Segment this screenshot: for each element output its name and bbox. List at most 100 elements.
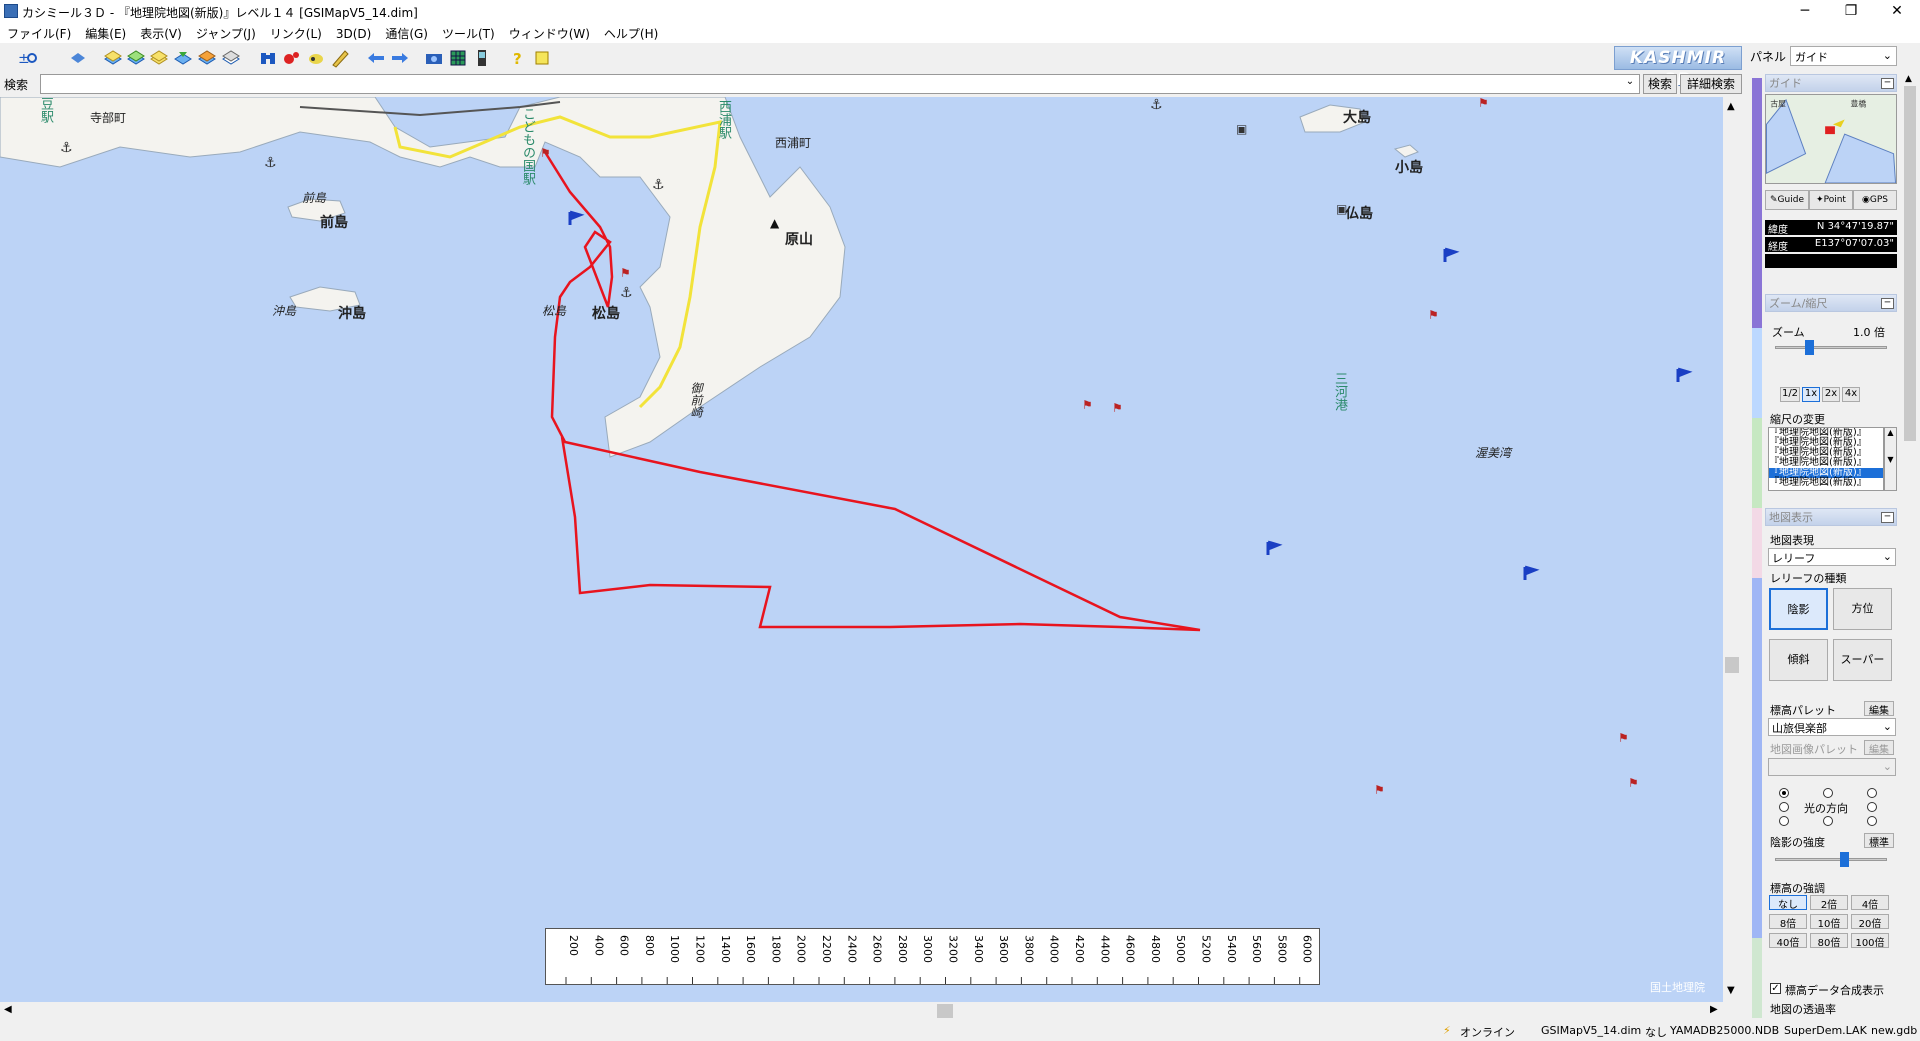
menu-link[interactable]: リンク(L) (263, 22, 329, 45)
guide-title[interactable]: ガイド ─ (1765, 74, 1897, 92)
zoom-4x-button[interactable]: 4x (1842, 387, 1860, 402)
light-direction-radio[interactable] (1823, 788, 1833, 798)
map-expression-select[interactable]: レリーフ ⌄ (1768, 548, 1896, 566)
minimize-icon[interactable]: ─ (1881, 78, 1894, 89)
map-horizontal-scrollbar[interactable]: ◀ ▶ (0, 1002, 1723, 1020)
zoom-title[interactable]: ズーム/縮尺 ─ (1765, 294, 1897, 312)
map-layers-icon[interactable] (126, 48, 146, 68)
scroll-thumb[interactable] (1725, 657, 1739, 673)
light-direction-radio[interactable] (1867, 816, 1877, 826)
scroll-left-icon[interactable]: ◀ (4, 1004, 12, 1015)
emphasis-20x-button[interactable]: 20倍 (1851, 914, 1889, 930)
emphasis-40x-button[interactable]: 40倍 (1769, 933, 1807, 949)
maximize-button[interactable]: ❐ (1828, 0, 1874, 22)
scroll-up-icon[interactable]: ▲ (1727, 101, 1735, 112)
map-vertical-scrollbar[interactable]: ▲ ▼ (1723, 97, 1742, 1002)
map-layers-icon[interactable] (173, 48, 193, 68)
emphasis-10x-button[interactable]: 10倍 (1810, 914, 1848, 930)
map-layers-icon[interactable] (149, 48, 169, 68)
minimize-icon[interactable]: ─ (1881, 298, 1894, 309)
shade-slider-track[interactable] (1775, 858, 1887, 861)
emphasis-none-button[interactable]: なし (1769, 895, 1807, 911)
layer-icon[interactable] (68, 48, 88, 68)
zoom-1x-button[interactable]: 1x (1802, 387, 1820, 402)
menu-3d[interactable]: 3D(D) (329, 24, 378, 44)
marker-icon[interactable] (282, 48, 302, 68)
minimize-button[interactable]: ─ (1782, 0, 1828, 22)
menu-file[interactable]: ファイル(F) (0, 22, 78, 45)
emphasis-2x-button[interactable]: 2倍 (1810, 895, 1848, 911)
scroll-down-icon[interactable]: ▼ (1727, 985, 1735, 996)
scroll-right-icon[interactable]: ▶ (1710, 1004, 1718, 1015)
zoom-half-button[interactable]: 1/2 (1780, 387, 1800, 402)
scale-list[interactable]: 『地理院地図(新版)』 『地理院地図(新版)』 『地理院地図(新版)』 『地理院… (1768, 427, 1884, 491)
grid-icon[interactable] (448, 48, 468, 68)
tag-icon[interactable] (306, 48, 326, 68)
light-direction-radio[interactable] (1867, 788, 1877, 798)
map-canvas[interactable]: ⚓ ⚓ ⚓ ⚓ ⚓ ⚑ ⚑ ⚑ ⚑ ⚑ ⚑ ⚑ ⚑ ⚑ ▣ ▣ ▲ (0, 97, 1723, 1002)
menu-jump[interactable]: ジャンプ(J) (189, 22, 263, 45)
gps-device-icon[interactable] (472, 48, 492, 68)
search-button[interactable]: 検索 (1643, 74, 1677, 94)
menu-tools[interactable]: ツール(T) (435, 22, 502, 45)
panel-selector[interactable]: ガイド ⌄ (1790, 46, 1897, 66)
scale-list-scrollbar[interactable]: ▲ ▼ (1884, 427, 1897, 491)
detail-search-button[interactable]: 詳細検索 (1680, 74, 1742, 94)
light-direction-radio[interactable] (1779, 816, 1789, 826)
tab-guide[interactable]: ✎Guide (1765, 190, 1809, 210)
menu-view[interactable]: 表示(V) (133, 22, 189, 45)
chevron-down-icon[interactable]: ⌄ (1622, 76, 1638, 92)
shade-standard-button[interactable]: 標準 (1864, 833, 1894, 849)
menu-edit[interactable]: 編集(E) (78, 22, 133, 45)
tab-point[interactable]: ✦Point (1809, 190, 1853, 210)
zoom-slider-thumb[interactable] (1804, 340, 1814, 355)
light-direction-radio[interactable] (1779, 788, 1789, 798)
zoom-in-search-icon[interactable]: ± (18, 48, 38, 68)
close-button[interactable]: ✕ (1874, 0, 1920, 22)
relief-shade-button[interactable]: 陰影 (1769, 588, 1828, 630)
emphasis-80x-button[interactable]: 80倍 (1810, 933, 1848, 949)
palette-select[interactable]: 山旅倶楽部 ⌄ (1768, 718, 1896, 736)
back-arrow-icon[interactable] (366, 48, 386, 68)
tab-gps[interactable]: ◉GPS (1853, 190, 1897, 210)
list-item[interactable]: 『地理院地図(新版)』 (1769, 478, 1883, 488)
light-direction-radio[interactable] (1867, 802, 1877, 812)
map-layers-icon[interactable] (197, 48, 217, 68)
emphasis-100x-button[interactable]: 100倍 (1851, 933, 1889, 949)
side-panel-scrollbar[interactable]: ▲ (1902, 72, 1918, 1020)
map-layers-icon[interactable] (221, 48, 241, 68)
menu-window[interactable]: ウィンドウ(W) (502, 22, 597, 45)
zoom-2x-button[interactable]: 2x (1822, 387, 1840, 402)
shade-slider-thumb[interactable] (1840, 852, 1850, 867)
light-direction-radio[interactable] (1779, 802, 1789, 812)
overview-map[interactable]: 古屋 豊橋 (1765, 94, 1897, 184)
menu-comm[interactable]: 通信(G) (378, 22, 435, 45)
search-input[interactable] (40, 74, 1640, 94)
info-icon[interactable] (532, 48, 552, 68)
map-layers-icon[interactable] (103, 48, 123, 68)
help-icon[interactable]: ? (508, 48, 528, 68)
minimize-icon[interactable]: ─ (1881, 512, 1894, 523)
relief-super-button[interactable]: スーパー (1833, 639, 1892, 681)
palette-edit-button[interactable]: 編集 (1864, 701, 1894, 717)
map-display-title[interactable]: 地図表示 ─ (1765, 508, 1897, 526)
ruler-icon[interactable] (330, 48, 350, 68)
forward-arrow-icon[interactable] (390, 48, 410, 68)
image-palette-select[interactable]: ⌄ (1768, 758, 1896, 776)
relief-slope-button[interactable]: 傾斜 (1769, 639, 1828, 681)
scroll-thumb[interactable] (937, 1004, 953, 1018)
menu-help[interactable]: ヘルプ(H) (597, 22, 665, 45)
panel-selector-value: ガイド (1795, 51, 1828, 64)
image-palette-edit-button[interactable]: 編集 (1864, 740, 1894, 756)
scroll-up-icon[interactable]: ▲ (1905, 74, 1912, 84)
emphasis-4x-button[interactable]: 4倍 (1851, 895, 1889, 911)
scroll-thumb[interactable] (1904, 86, 1916, 441)
light-direction-radio[interactable] (1823, 816, 1833, 826)
relief-direction-button[interactable]: 方位 (1833, 588, 1892, 630)
emphasis-8x-button[interactable]: 8倍 (1769, 914, 1807, 930)
map-view[interactable]: ⚓ ⚓ ⚓ ⚓ ⚓ ⚑ ⚑ ⚑ ⚑ ⚑ ⚑ ⚑ ⚑ ⚑ ▣ ▣ ▲ 寺部町 西浦… (0, 97, 1723, 1002)
binoculars-icon[interactable] (258, 48, 278, 68)
composite-checkbox[interactable]: ✓ (1770, 983, 1781, 994)
camera-icon[interactable] (424, 48, 444, 68)
zoom-slider-track[interactable] (1775, 346, 1887, 349)
